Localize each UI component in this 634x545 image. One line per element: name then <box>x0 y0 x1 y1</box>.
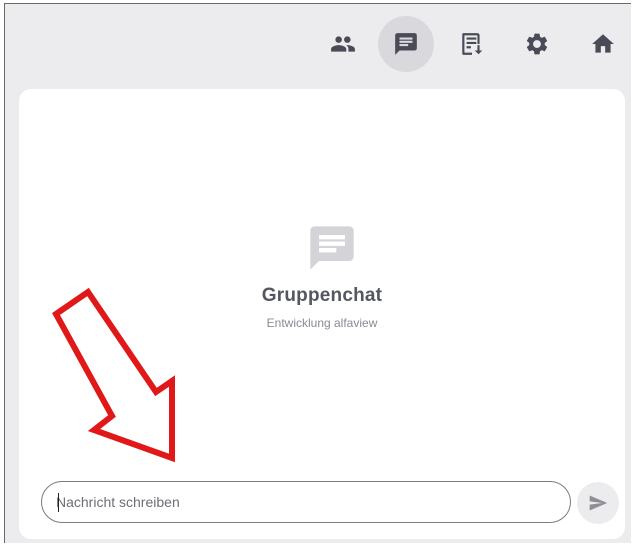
send-button[interactable] <box>577 482 619 524</box>
participants-button[interactable] <box>315 16 371 72</box>
send-icon <box>589 495 608 511</box>
chat-bubble-icon <box>306 222 358 274</box>
home-icon <box>592 34 614 53</box>
red-arrow-annotation <box>52 288 175 463</box>
files-button[interactable] <box>444 16 500 72</box>
people-icon <box>331 36 355 52</box>
message-input[interactable] <box>56 482 556 522</box>
top-toolbar <box>5 4 631 86</box>
text-caret <box>58 493 59 512</box>
chat-icon <box>395 33 417 55</box>
file-download-icon <box>462 33 483 55</box>
settings-button[interactable] <box>509 16 565 72</box>
home-button[interactable] <box>575 16 631 72</box>
message-input-wrapper[interactable] <box>41 481 571 523</box>
gear-icon <box>526 33 548 55</box>
chat-button[interactable] <box>378 16 434 72</box>
